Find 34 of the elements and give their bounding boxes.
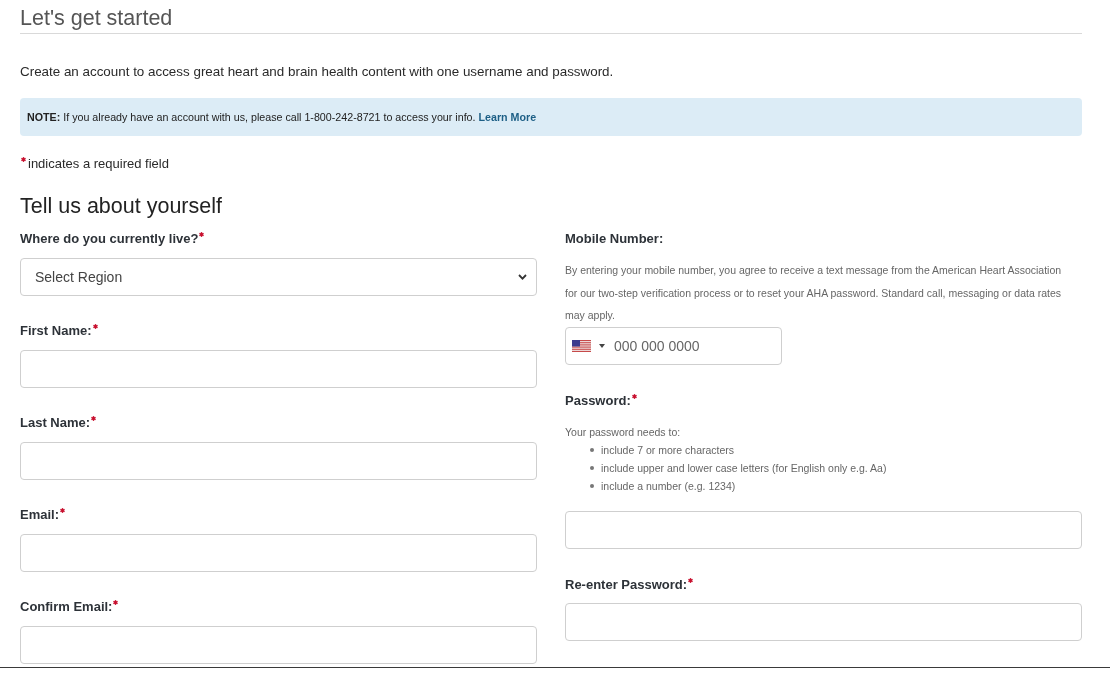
learn-more-link[interactable]: Learn More [478, 111, 537, 123]
input-field[interactable] [20, 350, 537, 388]
country-picker[interactable] [572, 338, 605, 353]
bullet-icon [590, 483, 594, 488]
asterisk-icon [21, 157, 26, 162]
field-label: Password: [565, 391, 631, 410]
requirement-text: include 7 or more characters [601, 442, 735, 458]
field-label: Email: [20, 506, 59, 524]
field-label: Re-enter Password: [565, 575, 688, 594]
input-field[interactable] [20, 534, 537, 572]
section-title: Tell us about yourself [20, 193, 222, 220]
bullet-icon [590, 447, 594, 452]
input-field[interactable] [20, 626, 537, 664]
note-text: NOTE: If you already have an account with us, please call 1-800-242-8721 to access your info. Learn More [27, 110, 537, 124]
requirement-text: include upper and lower case letters (for English only e.g. Aa) [601, 460, 887, 476]
field-label: Last Name: [20, 414, 91, 432]
intro-text: Create an account to access great heart and brain health content with one username and password. [20, 63, 614, 81]
field-label: Where do you currently live? [20, 230, 199, 248]
field-label: First Name: [20, 322, 92, 340]
help-text: Your password needs to: [565, 424, 681, 440]
field-label: Mobile Number: [565, 230, 664, 248]
page-title: Let's get started [20, 5, 173, 32]
input-field[interactable] [20, 442, 537, 480]
password-field[interactable] [565, 510, 1082, 549]
bullet-icon [590, 465, 594, 470]
region-select[interactable]: Select Region [20, 258, 537, 296]
requirement-text: include a number (e.g. 1234) [601, 478, 736, 494]
field-label: Confirm Email: [20, 598, 113, 616]
help-text: By entering your mobile number, you agree to receive a text message from the American Heart Association for our two-step verification process or to reset your AHA password. Standard call, messaging or data rates may apply. [565, 263, 1063, 323]
chevron-down-icon [518, 274, 527, 280]
password-field[interactable] [565, 602, 1082, 641]
required-legend: indicates a required field [28, 154, 169, 174]
caret-down-icon [599, 343, 605, 348]
phone-input[interactable]: 000 000 0000 [565, 326, 782, 365]
